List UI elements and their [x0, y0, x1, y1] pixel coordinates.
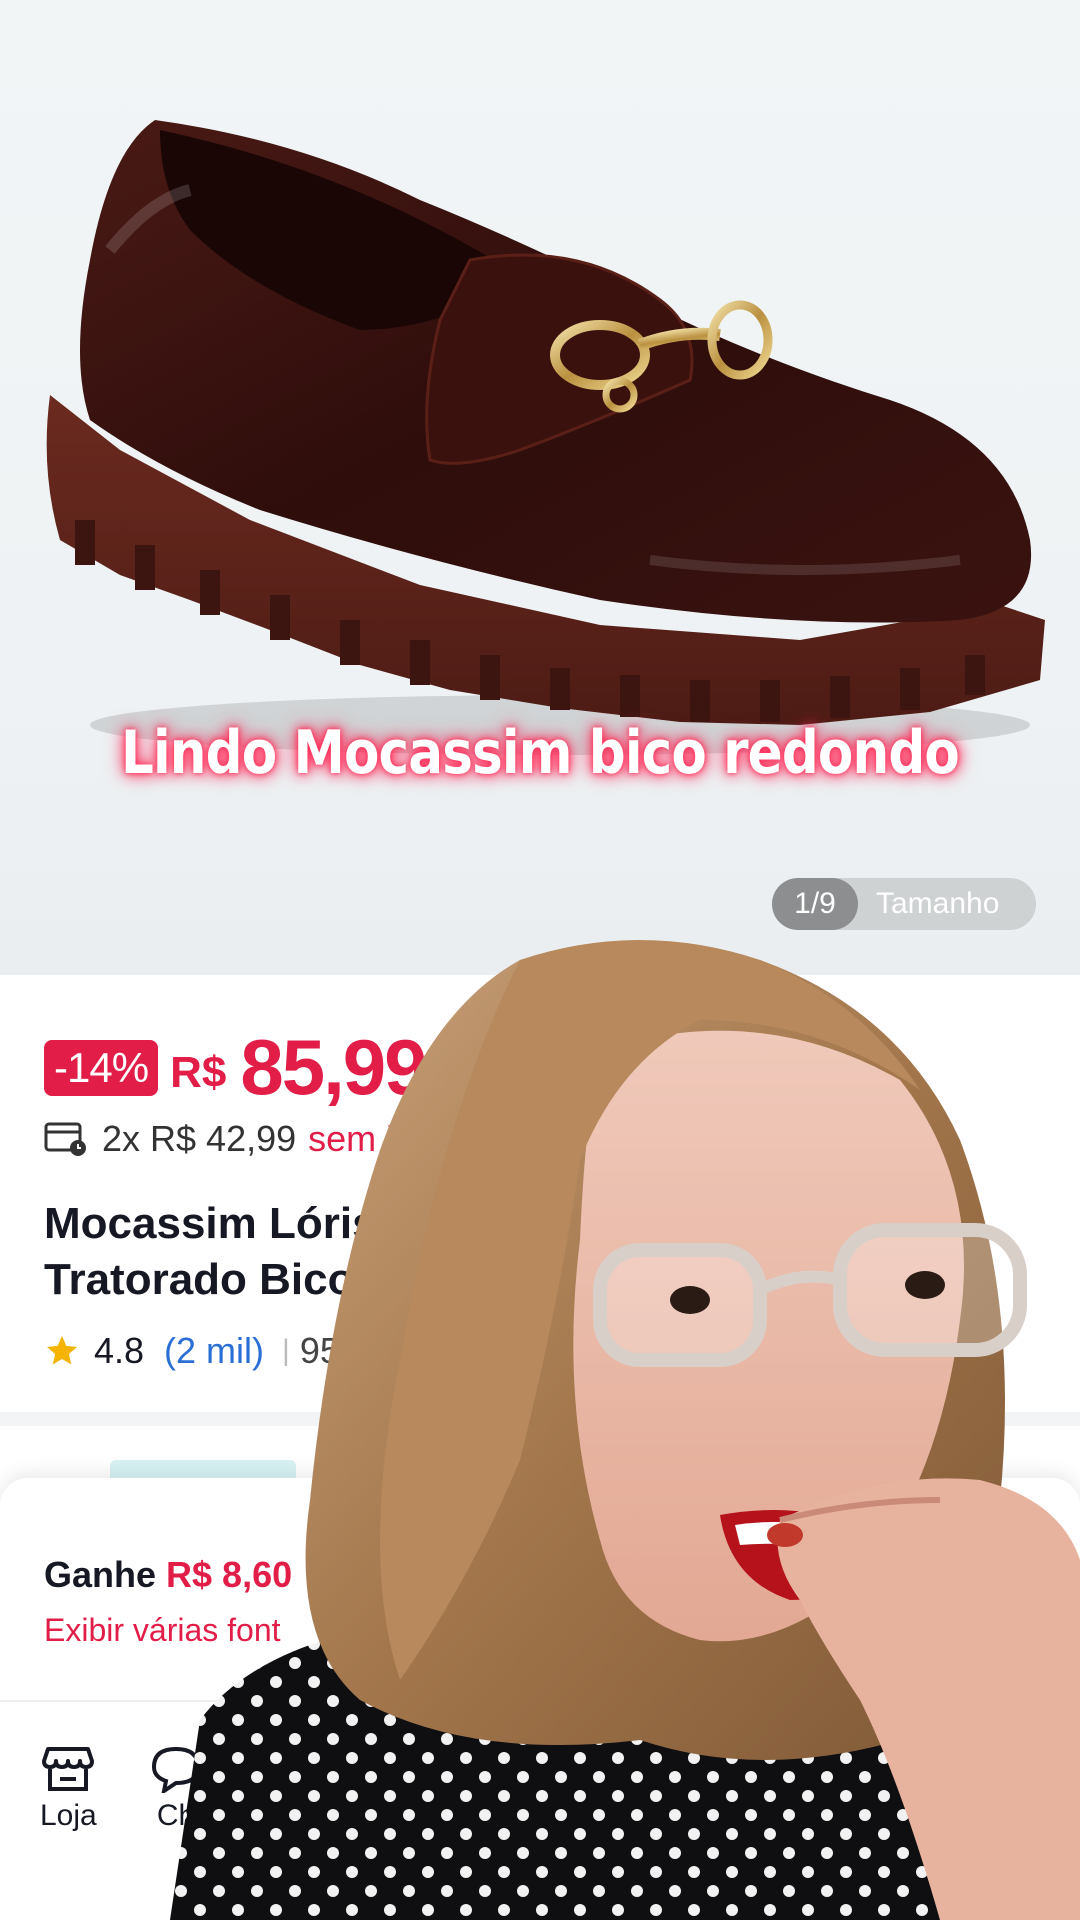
installments-suffix: sem ju — [308, 1118, 415, 1159]
cashback-text: Ganhe R$ 8,60 — [44, 1554, 292, 1596]
image-counter-label: Tamanho — [876, 887, 1000, 920]
price-row: -14% R$ 85,99 — [44, 1022, 428, 1113]
nav-store-label: Loja — [40, 1799, 97, 1832]
image-counter-pill[interactable]: 1/9 Tamanho — [772, 878, 1036, 930]
credit-card-clock-icon — [44, 1122, 86, 1156]
rating-separator: | — [282, 1334, 290, 1367]
installments-row[interactable]: 2x R$ 42,99 sem ju — [44, 1118, 414, 1160]
sold-count: 952 — [299, 1330, 360, 1371]
section-divider — [0, 1412, 1080, 1426]
rating-count[interactable]: (2 mil) — [164, 1330, 264, 1372]
star-icon — [47, 1336, 77, 1365]
nav-chat-label: Ch — [156, 1799, 196, 1832]
discount-badge: -14% — [44, 1039, 159, 1096]
cashback-amount: R$ 8,60 — [166, 1554, 293, 1595]
show-sources-link[interactable]: Exibir várias font — [44, 1612, 281, 1649]
price-value: 85,99 — [240, 1023, 427, 1111]
cashback-label: Ganhe — [44, 1554, 157, 1595]
product-title-line1: Mocassim Lóris S — [44, 1199, 419, 1248]
image-counter-index: 1/9 — [772, 878, 858, 930]
product-image-carousel[interactable]: Lindo Mocassim bico redondo 1/9 Tamanho — [0, 0, 1080, 975]
loafer-product-image — [46, 120, 1045, 755]
chat-icon — [151, 1746, 201, 1793]
product-title: Mocassim Lóris S Tratorado Bico F — [44, 1196, 604, 1308]
product-title-line2: Tratorado Bico F — [44, 1255, 394, 1304]
rating-value: 4.8 — [94, 1330, 145, 1371]
price-currency: R$ — [170, 1047, 227, 1097]
bottom-sheet — [0, 1478, 1080, 1920]
nav-divider — [0, 1700, 1080, 1702]
nav-chat[interactable]: Ch — [150, 1745, 202, 1833]
video-caption: Lindo Mocassim bico redondo — [120, 718, 960, 788]
installments-text: 2x R$ 42,99 — [102, 1118, 297, 1159]
store-icon — [42, 1747, 95, 1791]
nav-store[interactable]: Loja — [40, 1745, 97, 1833]
rating-row[interactable]: 4.8 (2 mil) | 952 — [44, 1330, 360, 1372]
